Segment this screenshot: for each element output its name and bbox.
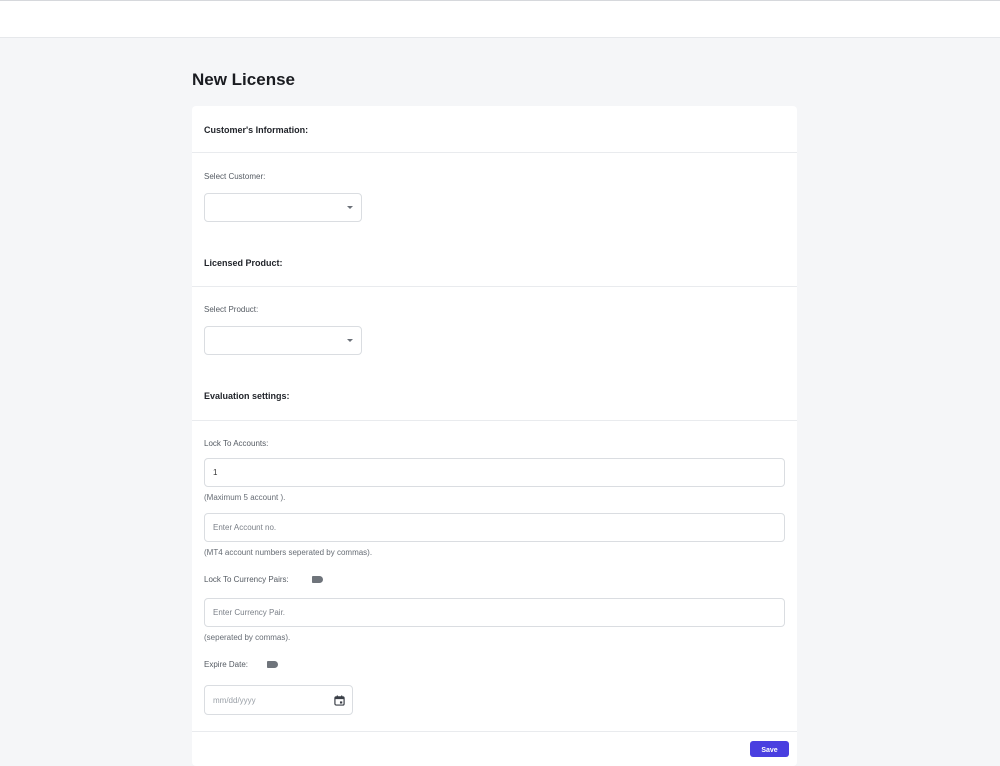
chevron-down-icon (347, 206, 353, 209)
customer-section-title: Customer's Information: (204, 125, 309, 135)
account-number-help: (MT4 account numbers seperated by commas… (204, 548, 373, 557)
top-bar (0, 0, 1000, 38)
product-section-header: Licensed Product: (192, 242, 797, 287)
form-footer-divider (192, 731, 797, 732)
customer-section-header: Customer's Information: (192, 106, 797, 153)
evaluation-section-header: Evaluation settings: (192, 376, 797, 421)
lock-accounts-input[interactable] (204, 458, 785, 487)
lock-accounts-help: (Maximum 5 account ). (204, 493, 286, 502)
currency-pair-help: (seperated by commas). (204, 633, 291, 642)
evaluation-section-title: Evaluation settings: (204, 391, 290, 401)
chevron-down-icon (347, 339, 353, 342)
expire-date-input[interactable]: mm/dd/yyyy (204, 685, 353, 715)
page-title: New License (192, 70, 295, 89)
expire-date-placeholder: mm/dd/yyyy (213, 696, 256, 705)
currency-pair-input[interactable] (204, 598, 785, 627)
save-button[interactable]: Save (750, 741, 789, 757)
expire-date-toggle-icon[interactable] (267, 661, 278, 668)
select-product-label: Select Product: (204, 305, 259, 314)
lock-accounts-label: Lock To Accounts: (204, 439, 269, 448)
calendar-icon[interactable] (334, 695, 345, 706)
license-form-card: Customer's Information: Select Customer:… (192, 106, 797, 766)
currency-pairs-label: Lock To Currency Pairs: (204, 575, 289, 584)
product-section-title: Licensed Product: (204, 258, 283, 268)
expire-date-label: Expire Date: (204, 660, 249, 669)
currency-pairs-toggle-icon[interactable] (312, 576, 323, 583)
select-customer-label: Select Customer: (204, 172, 266, 181)
product-select[interactable] (204, 326, 362, 355)
account-number-input[interactable] (204, 513, 785, 542)
customer-select[interactable] (204, 193, 362, 222)
